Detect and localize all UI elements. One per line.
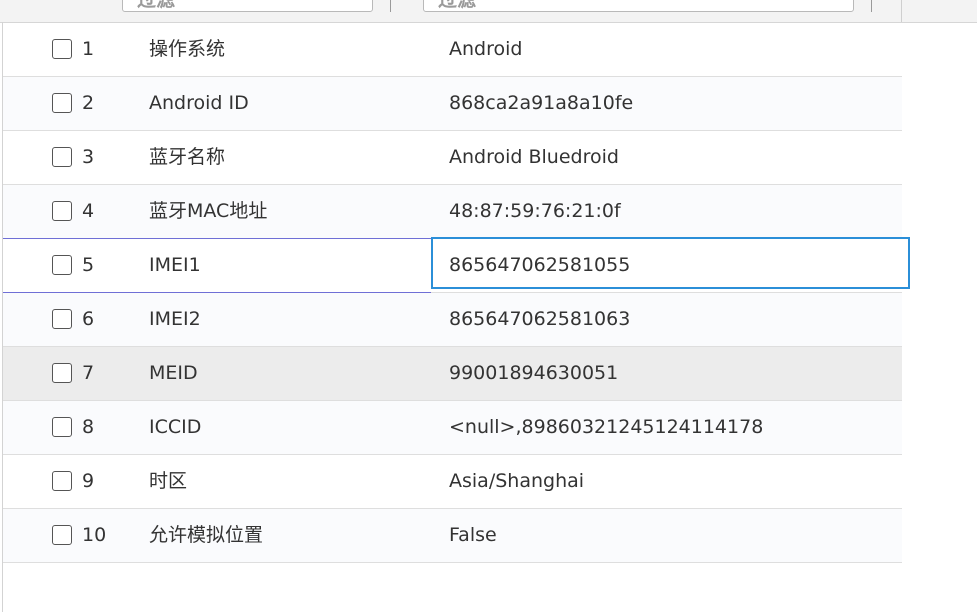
row-checkbox[interactable] bbox=[52, 309, 72, 329]
row-index: 6 bbox=[82, 308, 95, 330]
row-checkbox[interactable] bbox=[52, 39, 72, 59]
row-name[interactable]: MEID bbox=[149, 347, 198, 400]
row-checkbox[interactable] bbox=[52, 255, 72, 275]
row-index: 2 bbox=[82, 92, 95, 114]
row-checkbox[interactable] bbox=[52, 201, 72, 221]
value-filter-input[interactable]: 过滤 bbox=[423, 0, 854, 12]
table-row[interactable]: 9 时区 Asia/Shanghai bbox=[3, 455, 902, 509]
column-resize-handle[interactable] bbox=[390, 0, 391, 12]
row-value[interactable]: Asia/Shanghai bbox=[449, 455, 584, 508]
value-filter-placeholder: 过滤 bbox=[438, 0, 477, 11]
table-row[interactable]: 2 Android ID 868ca2a91a8a10fe bbox=[3, 77, 902, 131]
row-checkbox[interactable] bbox=[52, 525, 72, 545]
row-checkbox[interactable] bbox=[52, 417, 72, 437]
row-value[interactable]: False bbox=[449, 509, 497, 562]
row-name[interactable]: 时区 bbox=[149, 455, 187, 508]
row-name[interactable]: 允许模拟位置 bbox=[149, 509, 263, 562]
table-row[interactable]: 1 操作系统 Android bbox=[3, 23, 902, 77]
table-row[interactable]: 4 蓝牙MAC地址 48:87:59:76:21:0f bbox=[3, 185, 902, 239]
table-row[interactable]: 6 IMEI2 865647062581063 bbox=[3, 293, 902, 347]
row-index: 7 bbox=[82, 362, 95, 384]
table-row[interactable]: 8 ICCID <null>,89860321245124114178 bbox=[3, 401, 902, 455]
row-value[interactable]: 48:87:59:76:21:0f bbox=[449, 185, 621, 238]
row-index: 10 bbox=[82, 524, 107, 546]
row-name[interactable]: 蓝牙名称 bbox=[149, 131, 225, 184]
column-resize-handle[interactable] bbox=[871, 0, 872, 12]
filter-header: 过滤 过滤 bbox=[0, 0, 977, 23]
row-checkbox[interactable] bbox=[52, 93, 72, 113]
row-index: 3 bbox=[82, 146, 95, 168]
row-value[interactable]: 865647062581063 bbox=[449, 293, 630, 346]
row-value[interactable]: Android Bluedroid bbox=[449, 131, 619, 184]
device-info-table-view: 过滤 过滤 1 操作系统 Android 2 Android ID 868ca2… bbox=[0, 0, 977, 612]
row-name[interactable]: Android ID bbox=[149, 77, 249, 130]
row-index: 4 bbox=[82, 200, 95, 222]
row-index: 8 bbox=[82, 416, 95, 438]
column-divider bbox=[901, 0, 902, 22]
row-index: 1 bbox=[82, 38, 95, 60]
table-row-selected[interactable]: 5 IMEI1 865647062581055 bbox=[3, 237, 910, 293]
name-filter-placeholder: 过滤 bbox=[137, 0, 176, 11]
row-value[interactable]: 99001894630051 bbox=[449, 347, 618, 400]
row-name[interactable]: 蓝牙MAC地址 bbox=[149, 185, 267, 238]
row-index: 9 bbox=[82, 470, 95, 492]
row-value[interactable]: <null>,89860321245124114178 bbox=[449, 401, 763, 454]
row-name[interactable]: 操作系统 bbox=[149, 23, 225, 76]
row-name[interactable]: IMEI1 bbox=[149, 239, 201, 292]
row-value[interactable]: 865647062581055 bbox=[449, 239, 630, 292]
table-row[interactable]: 3 蓝牙名称 Android Bluedroid bbox=[3, 131, 902, 185]
row-checkbox[interactable] bbox=[52, 363, 72, 383]
table-body: 1 操作系统 Android 2 Android ID 868ca2a91a8a… bbox=[3, 23, 910, 563]
row-index: 5 bbox=[82, 254, 95, 276]
row-checkbox[interactable] bbox=[52, 147, 72, 167]
row-name[interactable]: IMEI2 bbox=[149, 293, 201, 346]
name-filter-input[interactable]: 过滤 bbox=[122, 0, 373, 12]
table-row[interactable]: 10 允许模拟位置 False bbox=[3, 509, 902, 563]
row-value[interactable]: Android bbox=[449, 23, 522, 76]
row-value[interactable]: 868ca2a91a8a10fe bbox=[449, 77, 633, 130]
row-checkbox[interactable] bbox=[52, 471, 72, 491]
table-row-hovered[interactable]: 7 MEID 99001894630051 bbox=[3, 347, 902, 401]
row-name[interactable]: ICCID bbox=[149, 401, 201, 454]
